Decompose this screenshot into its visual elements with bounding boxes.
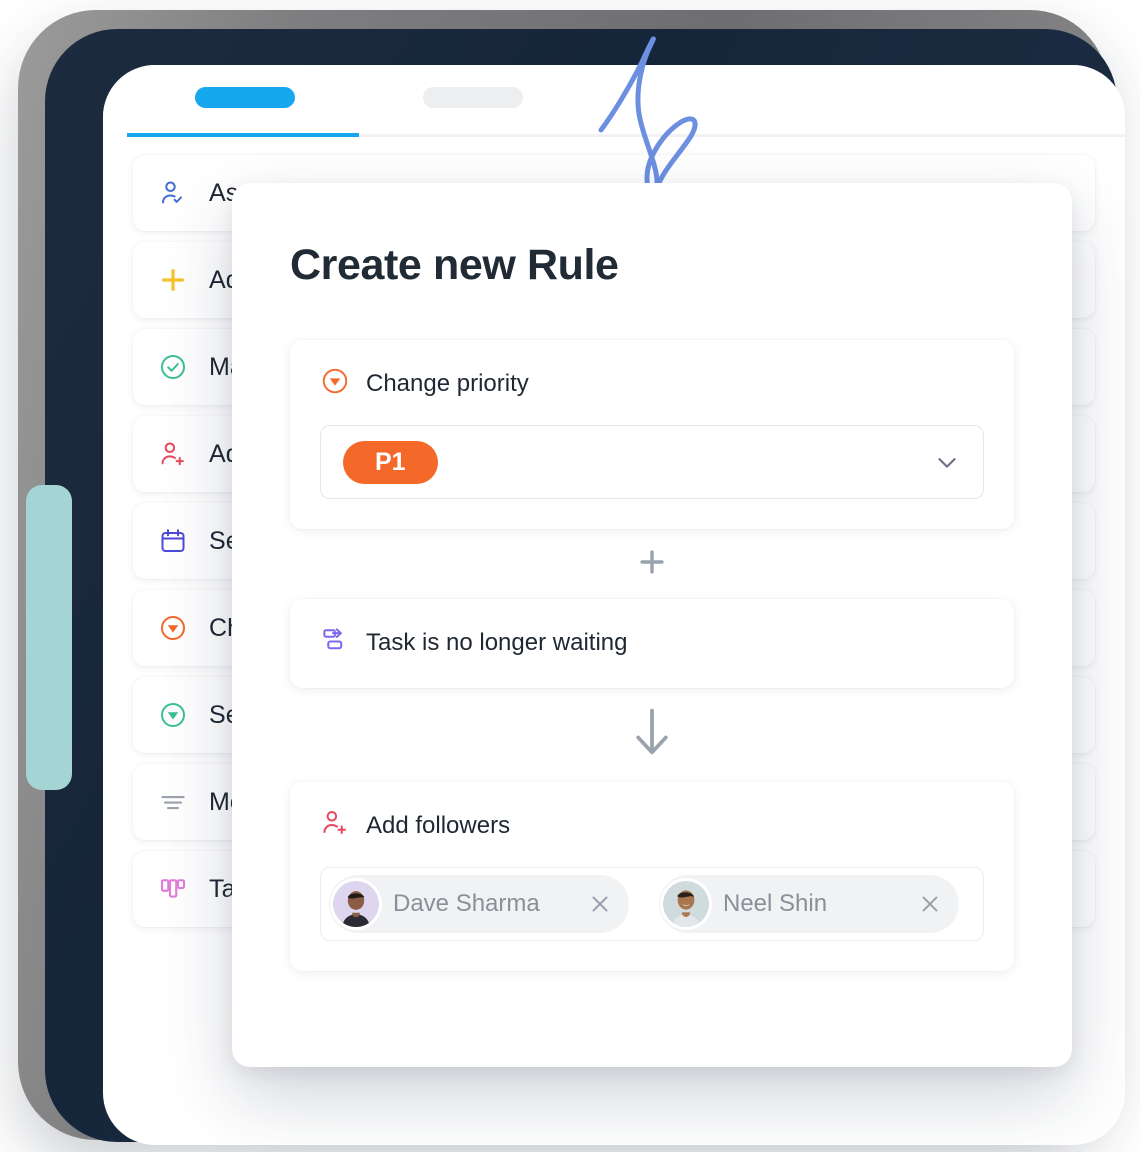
avatar bbox=[333, 881, 379, 927]
avatar bbox=[663, 881, 709, 927]
check-circle-icon bbox=[157, 351, 189, 383]
follower-chip[interactable]: Dave Sharma bbox=[329, 875, 629, 933]
action-block-label: Change priority bbox=[366, 369, 529, 397]
plus-icon bbox=[635, 545, 669, 584]
trigger-block-header: Task is no longer waiting bbox=[320, 625, 984, 660]
trigger-block-task-waiting: Task is no longer waiting bbox=[290, 599, 1014, 688]
flow-connector bbox=[290, 688, 1014, 782]
followers-block-header: Add followers bbox=[320, 808, 984, 843]
follower-chip[interactable]: Neel Shin bbox=[659, 875, 959, 933]
close-icon[interactable] bbox=[917, 891, 943, 917]
priority-down-icon bbox=[157, 612, 189, 644]
board-icon bbox=[157, 873, 189, 905]
action-block-header: Change priority bbox=[320, 366, 984, 401]
teal-tab-shape bbox=[26, 485, 72, 790]
follower-name: Dave Sharma bbox=[393, 890, 540, 917]
chevron-down-icon[interactable] bbox=[933, 448, 961, 476]
status-badge: P1 bbox=[343, 440, 438, 484]
tab-one-pill bbox=[195, 87, 295, 108]
plus-icon bbox=[157, 264, 189, 296]
close-icon[interactable] bbox=[587, 891, 613, 917]
arrow-down-icon bbox=[629, 705, 675, 766]
add-step-connector[interactable] bbox=[290, 529, 1014, 599]
task-waiting-icon bbox=[320, 625, 350, 660]
page-title: Create new Rule bbox=[290, 241, 619, 289]
calendar-icon bbox=[157, 525, 189, 557]
priority-down-icon bbox=[320, 366, 350, 401]
person-plus-icon bbox=[320, 808, 350, 843]
person-plus-icon bbox=[157, 438, 189, 470]
action-block-add-followers: Add followers Dave Sharma Neel Shin bbox=[290, 782, 1014, 971]
create-rule-dialog: Create new Rule Change priority P1 Task … bbox=[232, 183, 1072, 1067]
tab-two[interactable] bbox=[359, 87, 587, 108]
action-block-change-priority: Change priority P1 bbox=[290, 340, 1014, 529]
person-check-icon bbox=[157, 177, 189, 209]
priority-select[interactable]: P1 bbox=[320, 425, 984, 499]
status-down-icon bbox=[157, 699, 189, 731]
followers-input[interactable]: Dave Sharma Neel Shin bbox=[320, 867, 984, 941]
tab-two-pill bbox=[423, 87, 523, 108]
followers-block-label: Add followers bbox=[366, 811, 511, 839]
follower-name: Neel Shin bbox=[723, 890, 828, 917]
scene: Assign to Add to p bbox=[0, 0, 1140, 1152]
trigger-block-label: Task is no longer waiting bbox=[366, 628, 628, 656]
tab-one[interactable] bbox=[131, 87, 359, 108]
tab-underline-active bbox=[127, 133, 359, 137]
move-lines-icon bbox=[157, 786, 189, 818]
